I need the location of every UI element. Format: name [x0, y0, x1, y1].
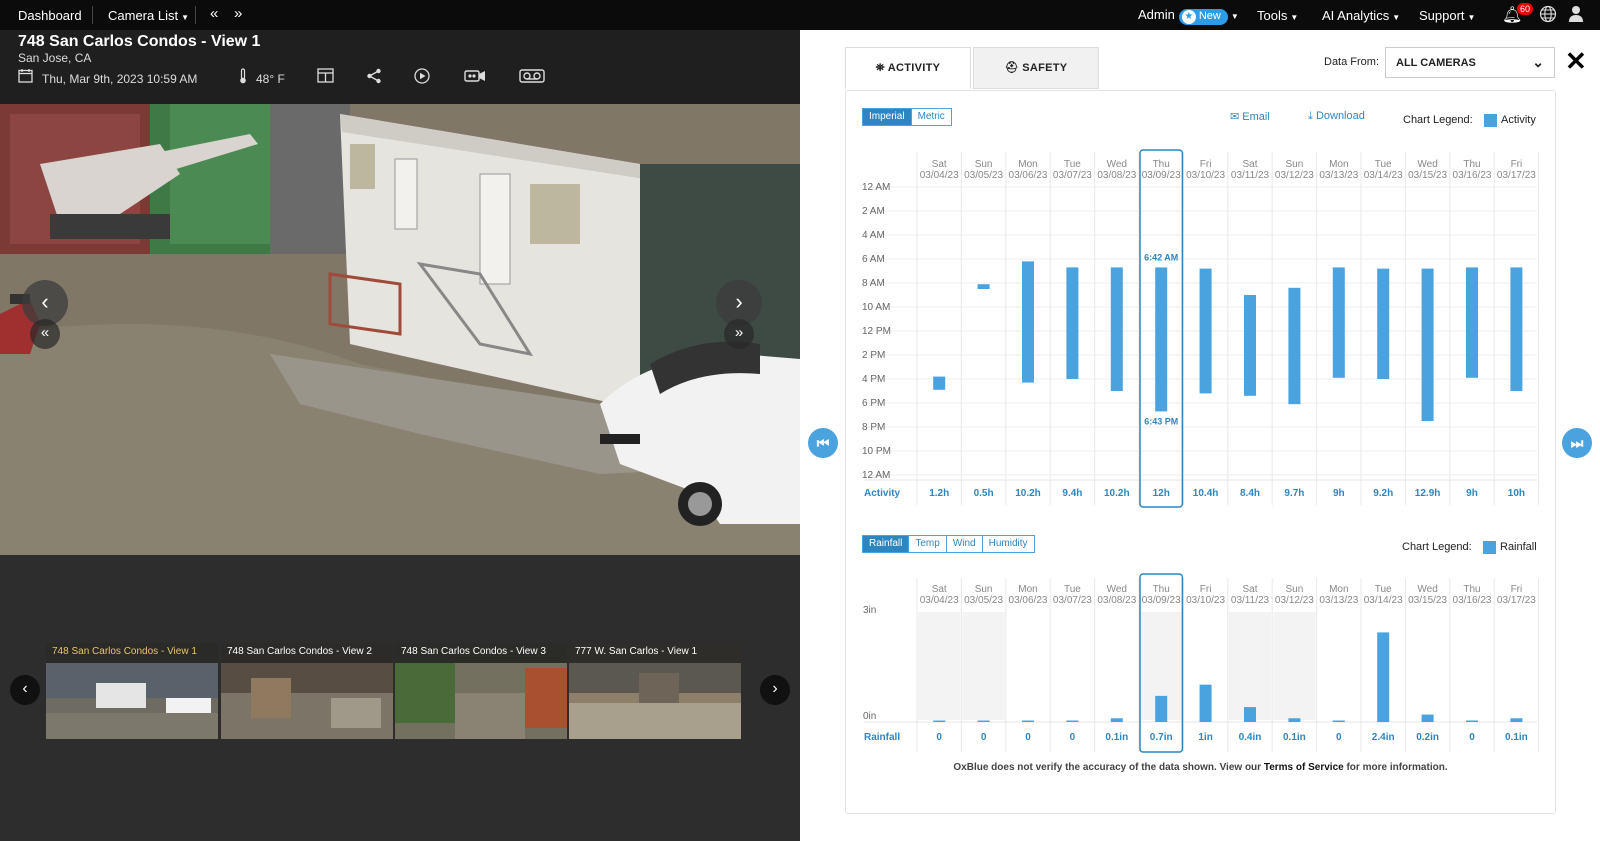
camera-thumbnail[interactable]: 777 W. San Carlos - View 1: [569, 643, 741, 739]
prev-camera-icon[interactable]: «: [210, 5, 218, 22]
next-camera-icon[interactable]: »: [234, 5, 242, 22]
camera-thumbnail[interactable]: 748 San Carlos Condos - View 2: [221, 643, 393, 739]
user-icon[interactable]: [1568, 5, 1584, 26]
thumbnail-label: 777 W. San Carlos - View 1: [569, 643, 741, 663]
video-camera-icon[interactable]: [464, 68, 486, 89]
caret-down-icon: ▼: [1290, 13, 1299, 22]
tab-activity-label: ACTIVITY: [887, 62, 941, 74]
thumbs-next-button[interactable]: ›: [760, 675, 790, 705]
metric-button[interactable]: Metric: [912, 109, 951, 125]
share-icon[interactable]: [366, 68, 382, 89]
chevron-down-icon: ⌄: [1532, 54, 1544, 70]
analytics-card: [845, 90, 1556, 814]
data-from-select[interactable]: ALL CAMERAS ⌄: [1385, 47, 1555, 78]
legend-swatch-rainfall: [1483, 541, 1496, 554]
data-from-label: Data From:: [1324, 56, 1380, 68]
nav-tools-dropdown[interactable]: Tools ▼: [1257, 8, 1298, 23]
chart-legend-label: Chart Legend:: [1403, 114, 1473, 126]
imperial-button[interactable]: Imperial: [863, 109, 912, 125]
calendar-icon[interactable]: [18, 68, 33, 88]
email-button[interactable]: ✉ Email: [1230, 110, 1270, 123]
admin-label: Admin: [1138, 7, 1175, 22]
caret-down-icon: ▼: [1392, 13, 1401, 22]
camera-image[interactable]: ‹ « › »: [0, 104, 800, 555]
caret-down-icon: ▼: [1230, 12, 1239, 21]
data-from-value: ALL CAMERAS: [1396, 57, 1476, 69]
nav-admin-dropdown[interactable]: Admin ★ New ▼: [1138, 7, 1239, 25]
camera-list-label: Camera List: [108, 8, 179, 23]
temp-button[interactable]: Temp: [909, 536, 947, 552]
activity-tab-icon: ⛯︎: [875, 62, 885, 74]
thumbnail-label: 748 San Carlos Condos - View 2: [221, 643, 393, 663]
rewind-button[interactable]: «: [30, 319, 60, 349]
star-icon: ★: [1181, 10, 1196, 24]
nav-ai-analytics-dropdown[interactable]: AI Analytics ▼: [1322, 8, 1400, 23]
thumbnail-label: 748 San Carlos Condos - View 3: [395, 643, 567, 663]
camera-thumbnail-strip: ‹ 748 San Carlos Condos - View 1 748 San…: [0, 555, 800, 841]
legend-swatch-activity: [1484, 114, 1497, 127]
camera-title: 748 San Carlos Condos - View 1: [18, 33, 261, 50]
envelope-icon: ✉: [1230, 111, 1240, 123]
construction-site-image: [0, 104, 800, 555]
new-badge-label: New: [1198, 10, 1221, 22]
timelapse-icon[interactable]: [519, 68, 545, 89]
download-button[interactable]: ⤓ Download: [1308, 110, 1365, 123]
nav-support-dropdown[interactable]: Support ▼: [1419, 8, 1475, 23]
analytics-panel: [800, 30, 1600, 841]
top-navbar: Dashboard Camera List ▼ « » Admin ★ New ▼ To…: [0, 0, 1600, 30]
camera-location: San Jose, CA: [18, 51, 92, 65]
ai-analytics-label: AI Analytics: [1322, 8, 1390, 23]
temperature-readout: 48° F: [256, 72, 285, 86]
disclaimer-prefix: OxBlue does not verify the accuracy of t…: [953, 762, 1264, 773]
legend-activity-text: Activity: [1501, 114, 1536, 126]
caret-down-icon: ▼: [181, 13, 189, 22]
chart-legend-label: Chart Legend:: [1402, 541, 1472, 553]
layout-icon[interactable]: [317, 68, 334, 88]
thumbnail-label: 748 San Carlos Condos - View 1: [46, 643, 218, 663]
disclaimer-suffix: for more information.: [1343, 762, 1448, 773]
previous-week-button[interactable]: ⏮︎: [808, 428, 838, 458]
caret-down-icon: ▼: [1467, 13, 1476, 22]
notification-count-badge: 60: [1517, 3, 1534, 15]
close-icon[interactable]: ✕: [1565, 48, 1587, 74]
camera-thumbnail[interactable]: 748 San Carlos Condos - View 1: [46, 643, 218, 739]
unit-toggle: Imperial Metric: [862, 108, 952, 126]
humidity-button[interactable]: Humidity: [983, 536, 1034, 552]
hard-hat-icon: ⛑︎: [1004, 62, 1019, 74]
thumbs-prev-button[interactable]: ‹: [10, 675, 40, 705]
camera-viewer: 748 San Carlos Condos - View 1 San Jose,…: [0, 30, 800, 841]
wind-button[interactable]: Wind: [947, 536, 983, 552]
weather-metric-toggle: Rainfall Temp Wind Humidity: [862, 535, 1035, 553]
nav-separator: [92, 6, 93, 24]
tab-activity[interactable]: ⛯︎ ACTIVITY: [845, 47, 971, 89]
nav-separator: [195, 6, 196, 24]
terms-of-service-link[interactable]: Terms of Service: [1264, 762, 1344, 773]
tools-label: Tools: [1257, 8, 1288, 23]
thermometer-icon: [238, 68, 248, 89]
fast-forward-button[interactable]: »: [724, 319, 754, 349]
download-label: Download: [1315, 110, 1365, 122]
rainfall-button[interactable]: Rainfall: [863, 536, 910, 552]
tab-safety-label: SAFETY: [1022, 62, 1068, 74]
tab-safety[interactable]: ⛑︎ SAFETY: [973, 47, 1099, 89]
next-week-button[interactable]: ⏭︎: [1562, 428, 1592, 458]
nav-dashboard-link[interactable]: Dashboard: [18, 8, 82, 23]
download-icon: ⤓: [1308, 110, 1313, 122]
capture-datetime[interactable]: Thu, Mar 9th, 2023 10:59 AM: [42, 72, 197, 86]
globe-icon[interactable]: [1539, 5, 1557, 26]
play-icon[interactable]: [414, 68, 430, 89]
disclaimer-text: OxBlue does not verify the accuracy of t…: [845, 762, 1556, 773]
email-label: Email: [1242, 111, 1270, 123]
camera-thumbnail[interactable]: 748 San Carlos Condos - View 3: [395, 643, 567, 739]
support-label: Support: [1419, 8, 1465, 23]
new-badge: ★ New: [1178, 9, 1228, 25]
nav-camera-list-dropdown[interactable]: Camera List ▼: [108, 8, 189, 23]
legend-rainfall-text: Rainfall: [1500, 541, 1537, 553]
